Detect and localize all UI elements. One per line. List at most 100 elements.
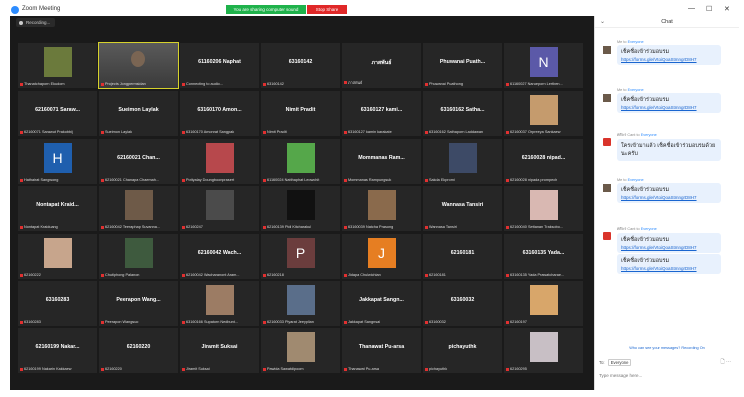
message-meta: Me to Everyone <box>617 88 644 92</box>
file-icon[interactable]: 🗋 <box>721 359 725 365</box>
participant-tile[interactable]: 62160042 Teeraphap Suvanna... <box>99 186 178 231</box>
participant-photo <box>124 190 153 220</box>
participant-label: 62160033 Piyarat Jeeyplian <box>263 320 338 324</box>
message-link[interactable]: https://forms.gle/VtoiQoaStmngrD8H7 <box>621 245 717 250</box>
chat-message: Me to Everyone เช็คชื่อเข้าร่วมอบรม https:… <box>603 88 735 113</box>
more-icon[interactable]: ⋯ <box>726 359 731 365</box>
participant-tile[interactable]: Projects Jongpermsidan <box>98 42 179 89</box>
recording-indicator[interactable]: Recording... <box>16 18 56 27</box>
participant-label: 63160032 <box>425 320 500 324</box>
sender-avatar <box>603 138 611 146</box>
participant-name: 61160206 Naphat <box>198 59 241 65</box>
participant-tile[interactable]: 62160071 Saraw... 62160071 Sarawut Prakob… <box>18 91 97 136</box>
participant-tile[interactable]: 62160042 Wach... 62160042 Wacharanont Ara… <box>180 234 259 279</box>
participant-tile[interactable]: Nimit Pradit Nimit Pradit <box>261 91 340 136</box>
message-link[interactable]: https://forms.gle/VtoiQoaStmngrD8H7 <box>621 195 717 200</box>
participant-photo <box>205 190 234 220</box>
participant-label: Jiramit Suksai <box>182 367 257 371</box>
message-link[interactable]: https://forms.gle/VtoiQoaStmngrD8H7 <box>621 57 717 62</box>
participant-tile[interactable]: 62160028 nipad... 62160028 nipada prompec… <box>504 139 583 184</box>
participant-tile[interactable]: ภาสพันธ์ ภาสพันธ์ <box>342 43 421 88</box>
participant-tile[interactable]: 63160166 Supatorn Nedbunt... <box>180 281 259 326</box>
participant-tile[interactable]: Phuwanai Puath... Phuwanai Puathong <box>423 43 502 88</box>
participant-tile[interactable]: Wannasa Tansiri Wannasa Tansiri <box>423 186 502 231</box>
participant-tile[interactable]: Nontapat Kraid... Nontapat Kraiduang <box>18 186 97 231</box>
participant-label: 63160127 kamin karakate <box>344 130 419 134</box>
participant-tile[interactable]: J Jidapa Chulwichian <box>342 234 421 279</box>
participant-tile[interactable]: Jiramit Suksai Jiramit Suksai <box>180 328 259 373</box>
participant-tile[interactable]: 62160033 Piyarat Jeeyplian <box>261 281 340 326</box>
participant-name: ภาสพันธ์ <box>371 60 392 66</box>
chat-message-input[interactable] <box>599 369 735 381</box>
message-text: เช็คชื่อเข้าร่วมอบรม <box>621 187 670 193</box>
participant-tile[interactable]: 62160040 Settanan Traksobo... <box>504 186 583 231</box>
participant-tile[interactable]: 63160162 Satha... 63160162 Sathaporn Ladd… <box>423 91 502 136</box>
participant-tile[interactable]: 62160295 <box>504 328 583 373</box>
participant-tile[interactable]: Chutiphong Palanon <box>99 234 178 279</box>
participant-tile[interactable]: 62160037 Orpreeya Sankaew <box>504 91 583 136</box>
recipient-name: Everyone <box>627 178 644 182</box>
person-silhouette <box>131 51 145 67</box>
participant-avatar: J <box>367 238 396 268</box>
participant-label: 63160142 <box>263 82 338 86</box>
participant-tile[interactable]: 62160220 62160220 <box>99 328 178 373</box>
stop-share-button[interactable]: Stop Share <box>307 5 347 14</box>
participant-tile[interactable]: H Hathairat Sangwong <box>18 139 97 184</box>
participant-tile[interactable]: 62160222 <box>18 234 97 279</box>
participant-name: 63160142 <box>288 59 313 65</box>
chat-title: Chat <box>661 19 673 25</box>
participant-tile[interactable]: 63160142 63160142 <box>261 43 340 88</box>
participant-tile[interactable]: 63160170 Amon... 63160170 Amonrat Sangpak <box>180 91 259 136</box>
participant-tile[interactable]: 63160283 63160283 <box>18 281 97 326</box>
sender-avatar <box>603 46 611 54</box>
participant-name: Thanawat Pu-arsa <box>358 344 405 350</box>
message-text: เช็คชื่อเข้าร่วมอบรม <box>621 49 670 55</box>
participant-tile[interactable]: Sueimon Laylak Sueimon Laylak <box>99 91 178 136</box>
participant-tile[interactable]: 62160139 Pidi Kitcharakul <box>261 186 340 231</box>
privacy-notice[interactable]: Who can see your messages? Recording On <box>595 346 739 354</box>
participant-tile[interactable]: N 61160027 Narueporn Lertben... <box>504 43 583 88</box>
message-link[interactable]: https://forms.gle/VtoiQoaStmngrD8H7 <box>621 105 717 110</box>
participant-label: Jidapa Chulwichian <box>344 273 419 277</box>
participant-tile[interactable]: 63160039 Natcha Prasong <box>342 186 421 231</box>
participant-tile[interactable]: 62160181 62160181 <box>423 234 502 279</box>
message-bubble: เช็คชื่อเข้าร่วมอบรม https://forms.gle/Vt… <box>617 183 721 203</box>
participant-tile[interactable]: Mommanas Ram... Mommanas Rampungsuk <box>342 139 421 184</box>
sender-name: Me <box>617 178 623 182</box>
participant-name: Jakkapat Sangn... <box>359 297 404 303</box>
participant-tile[interactable]: pichayuthk pichayuthk <box>423 328 502 373</box>
participant-tile[interactable]: Thanawat Pu-arsa Thanawat Pu-arsa <box>342 328 421 373</box>
participant-tile[interactable]: 62160199 Nakar... 62160199 Nakarin Kakkae… <box>18 328 97 373</box>
minimize-button[interactable]: — <box>688 5 695 12</box>
participant-tile[interactable]: 63160127 kami... 63160127 kamin karakate <box>342 91 421 136</box>
message-text: ใครเข้ามาแล้ว เช็คชื่อเข้าร่วมอบรมด้วยนะ… <box>621 143 716 157</box>
participant-photo <box>205 143 234 173</box>
participant-tile[interactable]: P 62160218 <box>261 234 340 279</box>
participant-label: Chutiphong Palanon <box>101 273 176 277</box>
participant-tile[interactable]: 61160206 Naphat Connecting to audio... <box>180 43 259 88</box>
participant-tile[interactable]: 63160032 63160032 <box>423 281 502 326</box>
participant-name: Wannasa Tansiri <box>441 202 484 208</box>
participant-tile[interactable]: Peerapon Wang... Peerapon Wangsuo <box>99 281 178 326</box>
participant-avatar: N <box>529 47 558 77</box>
participant-name: Nimit Pradit <box>285 107 316 113</box>
close-button[interactable]: ✕ <box>724 5 730 13</box>
participant-tile[interactable]: 62160247 <box>180 186 259 231</box>
participant-tile[interactable]: 61160024 Natthaphat Leowchit <box>261 139 340 184</box>
participant-tile[interactable]: Pawida Sawatdipoom <box>261 328 340 373</box>
participant-tile[interactable]: Sakda Ekpromi <box>423 139 502 184</box>
participant-tile[interactable]: Pottyalay Doungboonprasert <box>180 139 259 184</box>
recipient-select[interactable]: Everyone <box>607 359 632 366</box>
participant-tile[interactable]: 62160197 <box>504 281 583 326</box>
maximize-button[interactable]: ☐ <box>706 5 712 13</box>
participant-photo <box>205 285 234 315</box>
participant-tile[interactable]: Jakkapat Sangn... Jakkapat Sangnsai <box>342 281 421 326</box>
participant-label: Sakda Ekpromi <box>425 178 500 182</box>
participant-photo <box>286 332 315 362</box>
participant-label: 62160222 <box>20 273 95 277</box>
participant-tile[interactable]: Thanatchaporn Ekudom <box>18 43 97 88</box>
participant-tile[interactable]: 62160021 Chan... 62160021 Chanapa Chaemah… <box>99 139 178 184</box>
participant-tile[interactable]: 63160135 Yada... 63160135 Yada Prawatchar… <box>504 234 583 279</box>
participant-name: 62160071 Saraw... <box>35 107 80 113</box>
message-link[interactable]: https://forms.gle/VtoiQoaStmngrD8H7 <box>621 266 717 271</box>
